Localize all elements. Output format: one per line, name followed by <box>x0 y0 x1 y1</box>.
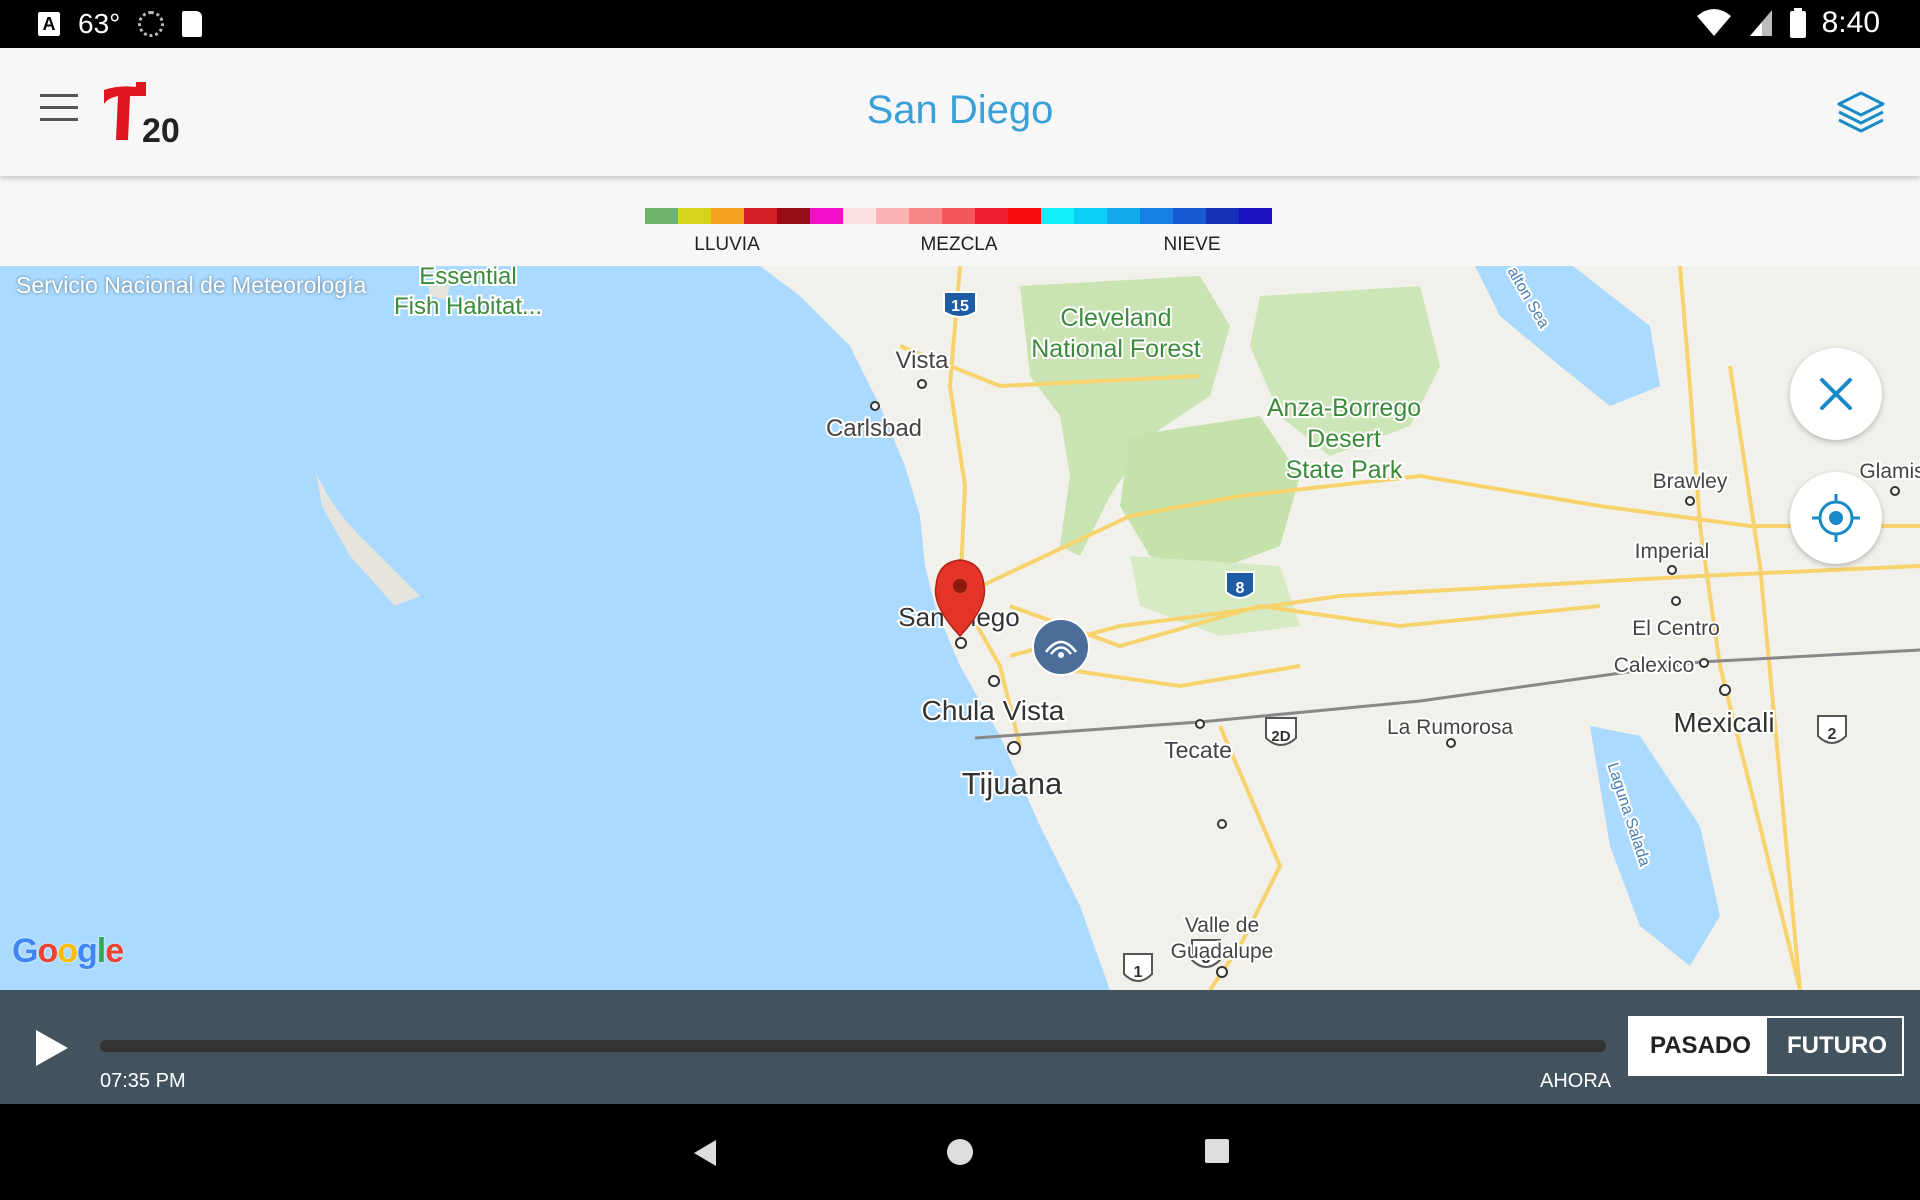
layers-icon[interactable] <box>1836 90 1886 136</box>
wifi-icon <box>1696 9 1731 36</box>
app-bar: 20 San Diego <box>0 48 1920 176</box>
label-cleveland-2: National Forest <box>1031 335 1201 363</box>
legend-swatch <box>909 208 942 224</box>
legend-mix-label: MEZCLA <box>920 234 998 255</box>
font-a-icon: A <box>38 12 60 36</box>
google-logo-letter: o <box>57 932 78 970</box>
page-title: San Diego <box>866 88 1054 132</box>
legend-rain-label: LLUVIA <box>694 234 760 255</box>
legend-swatch <box>843 208 876 224</box>
legend-swatch <box>1140 208 1173 224</box>
recents-icon[interactable] <box>1204 1138 1230 1164</box>
signal-icon <box>1749 10 1772 36</box>
legend-swatch <box>810 208 843 224</box>
legend-swatch <box>942 208 975 224</box>
label-essential: Essential <box>419 266 516 290</box>
legend-swatch <box>975 208 1008 224</box>
locate-button[interactable] <box>1790 472 1882 564</box>
label-tijuana: Tijuana <box>962 766 1063 801</box>
home-icon[interactable] <box>946 1138 974 1166</box>
google-logo-letter: G <box>12 932 38 970</box>
label-brawley: Brawley <box>1653 470 1728 493</box>
label-la-rumorosa: La Rumorosa <box>1387 716 1513 739</box>
label-anza-1: Anza-Borrego <box>1267 394 1421 422</box>
past-future-toggle: PASADO FUTURO <box>1628 1016 1904 1076</box>
close-icon <box>1820 378 1852 410</box>
current-time: 07:35 PM <box>100 1070 186 1092</box>
legend-swatch <box>1206 208 1239 224</box>
shield-2: 2 <box>1828 726 1837 743</box>
google-logo-letter: e <box>105 932 124 970</box>
shield-1: 1 <box>1134 964 1143 981</box>
status-bar: A 63° 8:40 <box>0 0 1920 48</box>
system-nav-bar <box>0 1104 1920 1200</box>
future-button[interactable]: FUTURO <box>1767 1018 1902 1074</box>
legend-swatch <box>711 208 744 224</box>
label-chula-vista: Chula Vista <box>922 695 1065 726</box>
shield-2d: 2D <box>1271 728 1290 745</box>
google-logo: Google <box>12 932 124 971</box>
label-tecate: Tecate <box>1164 737 1232 763</box>
crosshair-icon <box>1812 494 1860 542</box>
legend-snow-label: NIEVE <box>1163 234 1221 255</box>
label-carlsbad: Carlsbad <box>826 415 922 442</box>
legend-swatch <box>1008 208 1041 224</box>
map-canvas: 15 8 2D 2 1 3 Essential Fish Habitat... … <box>316 266 1920 990</box>
google-logo-letter: o <box>37 932 58 970</box>
legend-swatch <box>678 208 711 224</box>
label-anza-3: State Park <box>1286 456 1403 484</box>
legend-color-bar <box>645 208 1272 224</box>
google-logo-letter: l <box>96 932 107 970</box>
legend-swatch <box>1173 208 1206 224</box>
back-icon[interactable] <box>690 1138 718 1168</box>
label-anza-2: Desert <box>1307 425 1381 453</box>
now-label: AHORA <box>1540 1070 1612 1092</box>
map-attribution: Servicio Nacional de Meteorología <box>16 272 367 298</box>
legend-swatch <box>744 208 777 224</box>
radar-timeline: 07:35 PM AHORA PASADO FUTURO <box>0 990 1920 1104</box>
clock: 8:40 <box>1821 6 1880 39</box>
google-logo-letter: g <box>77 932 98 970</box>
label-calexico: Calexico <box>1614 654 1695 677</box>
label-el-centro: El Centro <box>1632 617 1720 640</box>
label-valle-1: Valle de <box>1185 914 1259 937</box>
loading-icon <box>138 11 165 37</box>
island <box>316 472 420 606</box>
close-button[interactable] <box>1790 348 1882 440</box>
legend-swatch <box>1041 208 1074 224</box>
label-vista: Vista <box>896 347 950 374</box>
radar-station-icon[interactable] <box>1032 618 1090 676</box>
legend-swatch <box>777 208 810 224</box>
shield-i15: 15 <box>951 298 969 315</box>
legend-swatch <box>1107 208 1140 224</box>
label-mexicali: Mexicali <box>1673 707 1774 738</box>
radar-map[interactable]: 15 8 2D 2 1 3 Essential Fish Habitat... … <box>0 266 1920 990</box>
legend-swatch <box>645 208 678 224</box>
temperature: 63° <box>78 8 121 39</box>
label-cleveland-1: Cleveland <box>1060 304 1171 332</box>
shield-i8: 8 <box>1236 580 1245 597</box>
precipitation-legend: LLUVIA MEZCLA NIEVE <box>0 176 1920 266</box>
play-icon[interactable] <box>32 1026 72 1070</box>
label-fish-habitat: Fish Habitat... <box>394 293 542 320</box>
battery-icon <box>1789 8 1806 38</box>
legend-swatch <box>1074 208 1107 224</box>
legend-swatch <box>1239 208 1272 224</box>
past-button[interactable]: PASADO <box>1630 1018 1767 1074</box>
sd-card-icon <box>182 11 203 37</box>
label-valle-2: Guadalupe <box>1171 940 1274 963</box>
legend-swatch <box>876 208 909 224</box>
timeline-slider[interactable] <box>100 1040 1606 1052</box>
label-imperial: Imperial <box>1635 540 1710 563</box>
